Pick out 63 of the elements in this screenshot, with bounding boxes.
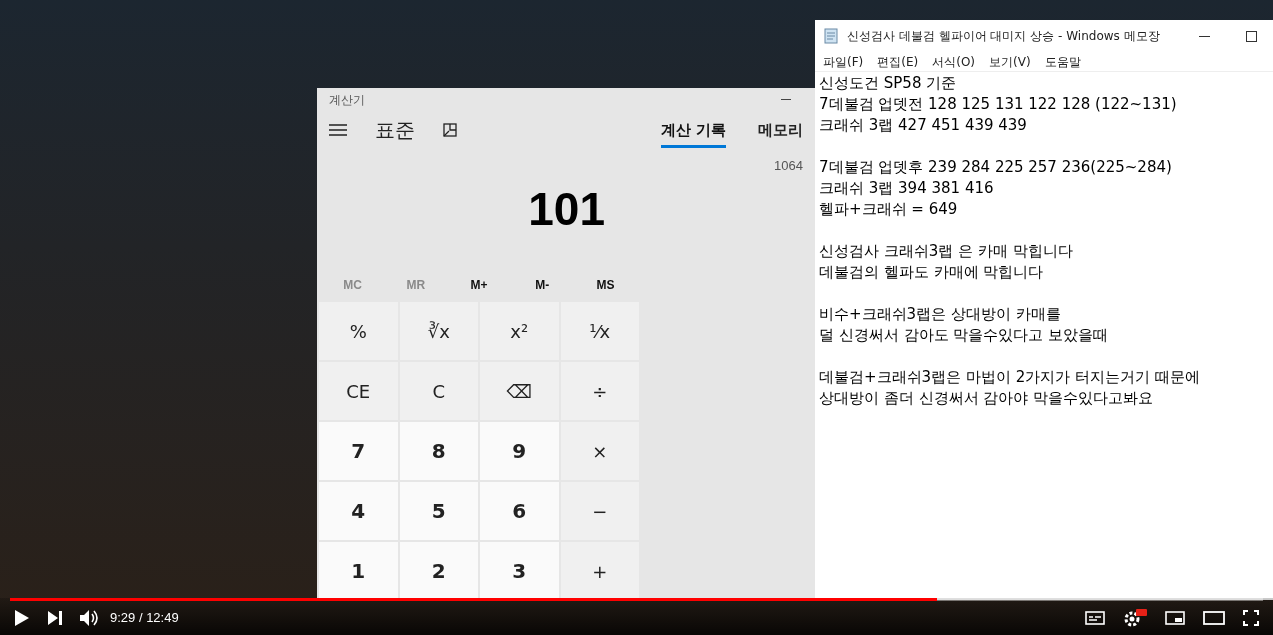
operator-key[interactable]: ÷: [560, 362, 639, 420]
digit-key[interactable]: 2: [399, 542, 478, 600]
maximize-icon[interactable]: [1246, 30, 1257, 42]
operator-key[interactable]: CE: [319, 362, 398, 420]
text-line: 7데불검 업뎃전 128 125 131 122 128 (122~131): [819, 94, 1178, 115]
text-line: 비수+크래쉬3랩은 상대방이 카매를: [819, 304, 1062, 325]
subtitles-icon[interactable]: [1085, 611, 1105, 625]
memory-button[interactable]: M-: [510, 272, 574, 298]
notepad-icon: [823, 28, 839, 44]
operator-key[interactable]: +: [560, 542, 639, 600]
digit-key[interactable]: 4: [319, 482, 398, 540]
fullscreen-icon[interactable]: [1243, 610, 1259, 626]
menu-item[interactable]: 보기(V): [989, 52, 1031, 71]
history-entry[interactable]: 1064: [774, 156, 803, 176]
operator-key[interactable]: ⌫: [480, 362, 559, 420]
minimize-icon[interactable]: [781, 99, 791, 101]
operator-key[interactable]: −: [560, 482, 639, 540]
history-tab[interactable]: 계산 기록: [660, 111, 726, 148]
keep-on-top-icon[interactable]: [443, 122, 457, 137]
text-line: 데불검의 헬파도 카매에 막힙니다: [819, 262, 1045, 283]
digit-key[interactable]: 6: [480, 482, 559, 540]
progress-bar[interactable]: [10, 598, 1263, 601]
menu-icon[interactable]: [329, 123, 347, 136]
menu-item[interactable]: 편집(E): [877, 52, 919, 71]
digit-key[interactable]: 8: [399, 422, 478, 480]
menu-item[interactable]: 서식(O): [932, 52, 976, 71]
text-line: 헬파+크래쉬 = 649: [819, 199, 959, 220]
settings-icon[interactable]: [1123, 608, 1147, 628]
digit-key[interactable]: 7: [319, 422, 398, 480]
play-icon[interactable]: [14, 609, 30, 627]
text-line: 데불검+크래쉬3랩은 마법이 2가지가 터지는거기 때문에: [819, 367, 1201, 388]
window-title: 계산기: [329, 91, 365, 109]
memory-button[interactable]: MS: [573, 272, 637, 298]
next-icon[interactable]: [48, 611, 62, 625]
window-title: 신성검사 데불검 헬파이어 대미지 상승 - Windows 메모장: [847, 28, 1160, 45]
digit-key[interactable]: 9: [480, 422, 559, 480]
operator-key[interactable]: %: [319, 302, 398, 360]
digit-key[interactable]: 3: [480, 542, 559, 600]
operator-key[interactable]: ∛x: [399, 302, 478, 360]
text-line: 크래쉬 3랩 427 451 439 439: [819, 115, 1028, 136]
result-display: 101: [528, 181, 605, 237]
history-tab[interactable]: 메모리: [758, 111, 803, 148]
operator-key[interactable]: C: [399, 362, 478, 420]
time-display: 9:29 / 12:49: [110, 609, 179, 628]
menu-item[interactable]: 파일(F): [823, 52, 864, 71]
volume-icon[interactable]: [80, 609, 100, 627]
text-line: 덜 신경써서 감아도 막을수있다고 보았을때: [819, 325, 1110, 346]
text-line: 7데불검 업뎃후 239 284 225 257 236(225~284): [819, 157, 1173, 178]
digit-key[interactable]: 5: [399, 482, 478, 540]
operator-key[interactable]: x²: [480, 302, 559, 360]
operator-key[interactable]: ¹⁄x: [560, 302, 639, 360]
menu-item[interactable]: 도움말: [1044, 52, 1081, 71]
miniplayer-icon[interactable]: [1165, 611, 1185, 625]
mode-title: 표준: [375, 116, 415, 144]
text-line: 신성검사 크래쉬3랩 은 카매 막힙니다: [819, 241, 1074, 262]
minimize-icon[interactable]: [1199, 35, 1210, 37]
theater-mode-icon[interactable]: [1203, 611, 1225, 625]
text-line: 상대방이 좀더 신경써서 감아야 막을수있다고봐요: [819, 388, 1155, 409]
text-line: 신성도건 SP58 기준: [819, 73, 958, 94]
digit-key[interactable]: 1: [319, 542, 398, 600]
operator-key[interactable]: ×: [560, 422, 639, 480]
memory-button[interactable]: M+: [447, 272, 511, 298]
text-line: 크래쉬 3랩 394 381 416: [819, 178, 995, 199]
